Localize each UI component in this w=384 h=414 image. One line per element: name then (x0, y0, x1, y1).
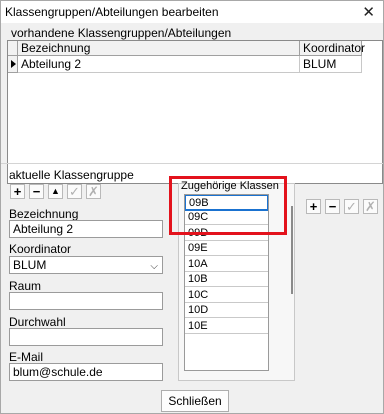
list-item-label: 10E (188, 320, 208, 332)
cancel-klasse-button[interactable]: ✗ (363, 199, 378, 214)
column-header-koordinator[interactable]: Koordinator (300, 41, 365, 56)
koordinator-label: Koordinator (9, 242, 72, 256)
list-item-label: 10C (188, 289, 209, 301)
klassen-scrollbar[interactable] (291, 206, 293, 294)
raum-label: Raum (9, 279, 42, 293)
list-item[interactable]: 10A (185, 257, 268, 272)
email-field[interactable]: blum@schule.de (9, 363, 163, 381)
confirm-group-button[interactable]: ✓ (67, 184, 82, 199)
confirm-klasse-button[interactable]: ✓ (344, 199, 359, 214)
divider (1, 163, 383, 164)
grid-corner (8, 41, 18, 56)
list-item-label: 10D (188, 304, 209, 316)
raum-field[interactable] (9, 292, 163, 310)
list-item[interactable]: 10C (185, 288, 268, 303)
bezeichnung-label: Bezeichnung (9, 207, 79, 221)
list-item[interactable]: 10B (185, 272, 268, 287)
cancel-group-button[interactable]: ✗ (86, 184, 101, 199)
add-klasse-button[interactable]: + (306, 199, 321, 214)
list-item-label: 09E (188, 242, 208, 254)
group-current-label: aktuelle Klassengruppe (9, 168, 134, 182)
list-item[interactable]: 10D (185, 303, 268, 318)
remove-group-button[interactable]: − (29, 184, 44, 199)
list-item-label: 10A (188, 258, 208, 270)
close-button[interactable]: Schließen (161, 390, 229, 412)
chevron-down-icon[interactable]: ⌵ (150, 259, 158, 273)
add-group-button[interactable]: + (10, 184, 25, 199)
koordinator-value: BLUM (13, 258, 47, 272)
group-existing-groups: vorhandene Klassengruppen/Abteilungen Be… (7, 26, 383, 184)
highlight-box (169, 176, 287, 235)
move-up-button[interactable]: ▲ (48, 184, 63, 199)
row-indicator-icon (8, 56, 18, 73)
list-item[interactable]: 09E (185, 241, 268, 256)
remove-klasse-button[interactable]: − (325, 199, 340, 214)
window-title: Klassengruppen/Abteilungen bearbeiten (5, 5, 219, 19)
bezeichnung-field[interactable]: Abteilung 2 (9, 220, 163, 238)
title-bar: Klassengruppen/Abteilungen bearbeiten ✕ (1, 1, 383, 23)
close-icon[interactable]: ✕ (362, 3, 375, 21)
list-item-label: 10B (188, 273, 208, 285)
koordinator-select[interactable]: BLUM ⌵ (9, 256, 163, 274)
group-existing-label: vorhandene Klassengruppen/Abteilungen (11, 26, 232, 40)
grid-cell-koordinator[interactable]: BLUM (300, 56, 362, 73)
email-label: E-Mail (9, 350, 44, 364)
durchwahl-field[interactable] (9, 328, 163, 346)
dialog-window: Klassengruppen/Abteilungen bearbeiten ✕ … (0, 0, 384, 414)
durchwahl-label: Durchwahl (9, 315, 66, 329)
column-header-bezeichnung[interactable]: Bezeichnung (18, 41, 300, 56)
list-item[interactable]: 10E (185, 319, 268, 334)
grid-cell-bezeichnung[interactable]: Abteilung 2 (18, 56, 300, 73)
